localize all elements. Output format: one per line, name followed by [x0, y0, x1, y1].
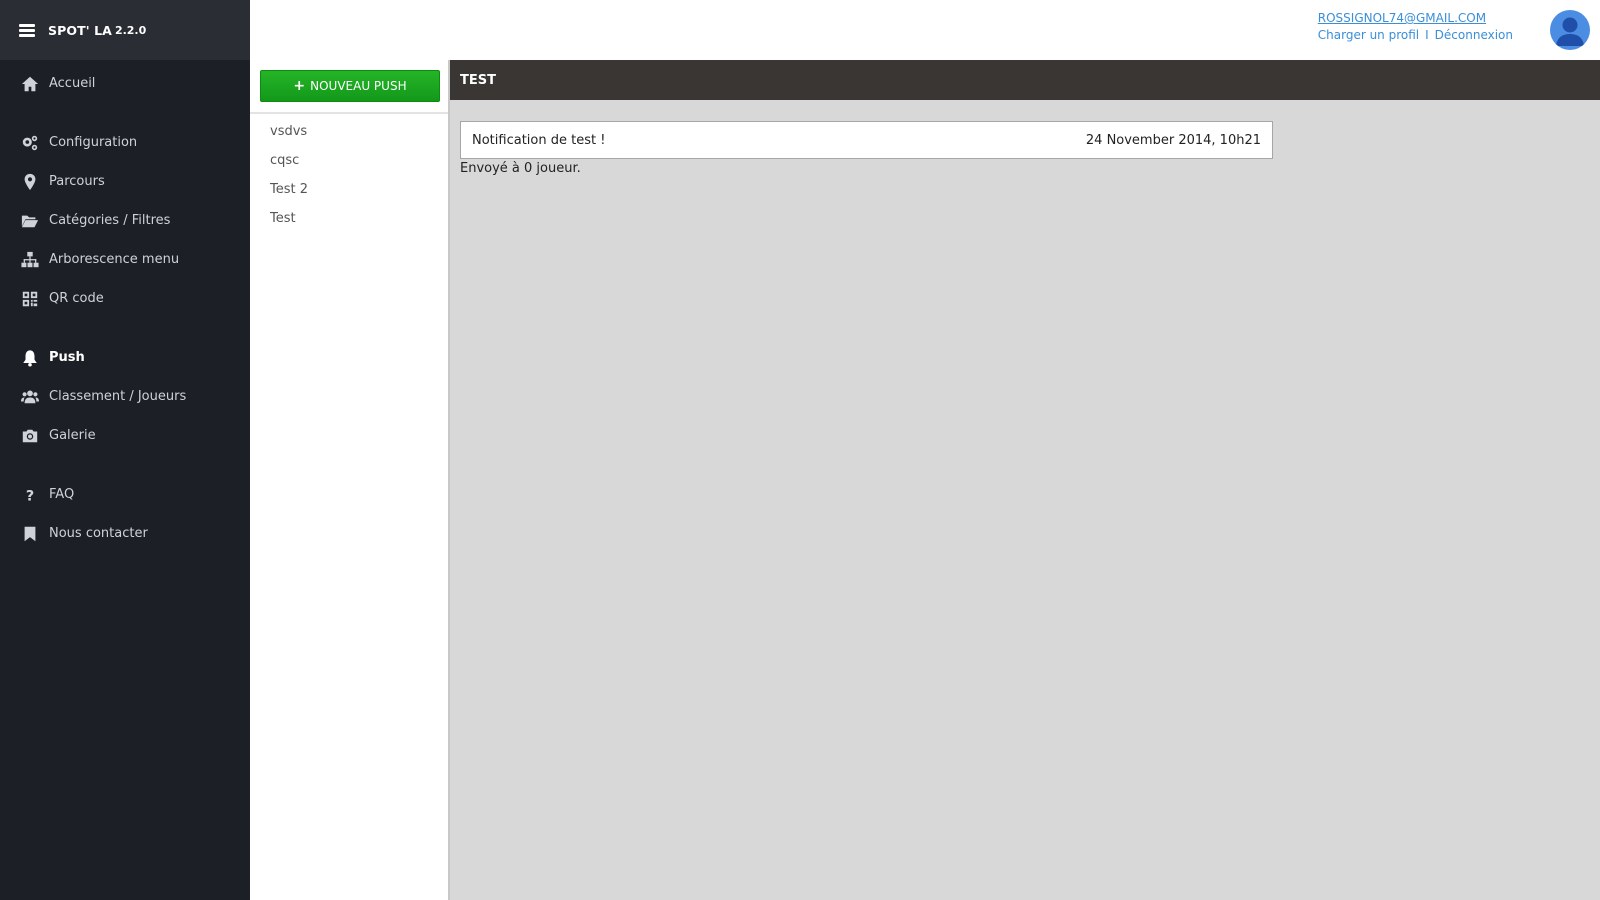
user-avatar-icon	[1556, 17, 1584, 46]
home-icon	[20, 74, 40, 94]
hamburger-menu-icon[interactable]	[19, 23, 35, 37]
load-profile-link[interactable]: Charger un profil	[1318, 28, 1419, 42]
push-list-panel: + NOUVEAU PUSH vsdvs cqsc Test 2 Test	[250, 60, 450, 900]
notification-date: 24 November 2014, 10h21	[1085, 132, 1261, 148]
sidebar-item-faq[interactable]: ? FAQ	[0, 475, 250, 514]
top-bar: ROSSIGNOL74@GMAIL.COM Charger un profil I…	[250, 0, 1600, 60]
sidebar-item-label: Galerie	[49, 428, 96, 443]
push-title: TEST	[460, 72, 496, 88]
list-item[interactable]: vsdvs	[270, 124, 308, 153]
sidebar-item-label: Parcours	[49, 174, 105, 189]
users-icon	[20, 387, 40, 407]
plus-icon: +	[293, 78, 306, 94]
app-version: 2.2.0	[114, 23, 147, 37]
user-info: ROSSIGNOL74@GMAIL.COM Charger un profil I…	[1318, 11, 1513, 42]
map-marker-icon	[20, 172, 40, 192]
bookmark-icon	[20, 524, 40, 544]
logout-link[interactable]: Déconnexion	[1435, 28, 1513, 42]
brand-bar: SPOT' LA 2.2.0	[0, 0, 250, 60]
sidebar-item-arborescence[interactable]: Arborescence menu	[0, 240, 250, 279]
sidebar-item-classement[interactable]: Classement / Joueurs	[0, 377, 250, 416]
sidebar-nav: Accueil Configuration Parcours Catégorie…	[0, 60, 250, 553]
sidebar-item-qr-code[interactable]: QR code	[0, 279, 250, 318]
link-separator: I	[1425, 28, 1429, 42]
bell-icon	[20, 348, 40, 368]
sidebar-item-parcours[interactable]: Parcours	[0, 162, 250, 201]
push-detail: TEST Notification de test ! 24 November …	[450, 60, 1600, 900]
new-push-label: NOUVEAU PUSH	[310, 79, 407, 93]
list-divider	[250, 112, 448, 114]
sent-count-text: Envoyé à 0 joueur.	[460, 161, 581, 176]
list-item[interactable]: Test 2	[270, 182, 308, 211]
sitemap-icon	[20, 250, 40, 270]
sidebar-item-label: Catégories / Filtres	[49, 213, 171, 228]
sidebar-item-configuration[interactable]: Configuration	[0, 123, 250, 162]
sidebar-item-label: Push	[49, 350, 85, 365]
sidebar-item-label: Configuration	[49, 135, 138, 150]
camera-icon	[20, 426, 40, 446]
sidebar-item-accueil[interactable]: Accueil	[0, 64, 250, 103]
user-email-link[interactable]: ROSSIGNOL74@GMAIL.COM	[1318, 11, 1513, 25]
sidebar-item-categories[interactable]: Catégories / Filtres	[0, 201, 250, 240]
sidebar-item-label: Classement / Joueurs	[49, 389, 187, 404]
user-links: Charger un profil I Déconnexion	[1318, 28, 1513, 42]
folder-open-icon	[20, 211, 40, 231]
sidebar-item-label: Accueil	[49, 76, 96, 91]
qrcode-icon	[20, 289, 40, 309]
sidebar: SPOT' LA 2.2.0 Accueil Configuration Par…	[0, 0, 250, 900]
notification-card: Notification de test ! 24 November 2014,…	[460, 121, 1273, 159]
sidebar-item-label: Nous contacter	[49, 526, 148, 541]
sidebar-item-label: QR code	[49, 291, 104, 306]
list-item[interactable]: cqsc	[270, 153, 308, 182]
svg-text:?: ?	[26, 488, 34, 504]
question-icon: ?	[20, 485, 40, 505]
sidebar-item-label: Arborescence menu	[49, 252, 180, 267]
list-item[interactable]: Test	[270, 211, 308, 240]
sidebar-item-contact[interactable]: Nous contacter	[0, 514, 250, 553]
sidebar-item-label: FAQ	[49, 487, 75, 502]
avatar[interactable]	[1550, 10, 1590, 50]
app-title: SPOT' LA	[48, 22, 112, 38]
push-title-bar: TEST	[450, 60, 1600, 100]
new-push-button[interactable]: + NOUVEAU PUSH	[260, 70, 440, 102]
gears-icon	[20, 133, 40, 153]
sidebar-item-push[interactable]: Push	[0, 338, 250, 377]
push-list: vsdvs cqsc Test 2 Test	[270, 124, 308, 240]
sidebar-item-galerie[interactable]: Galerie	[0, 416, 250, 455]
notification-message: Notification de test !	[472, 132, 606, 148]
